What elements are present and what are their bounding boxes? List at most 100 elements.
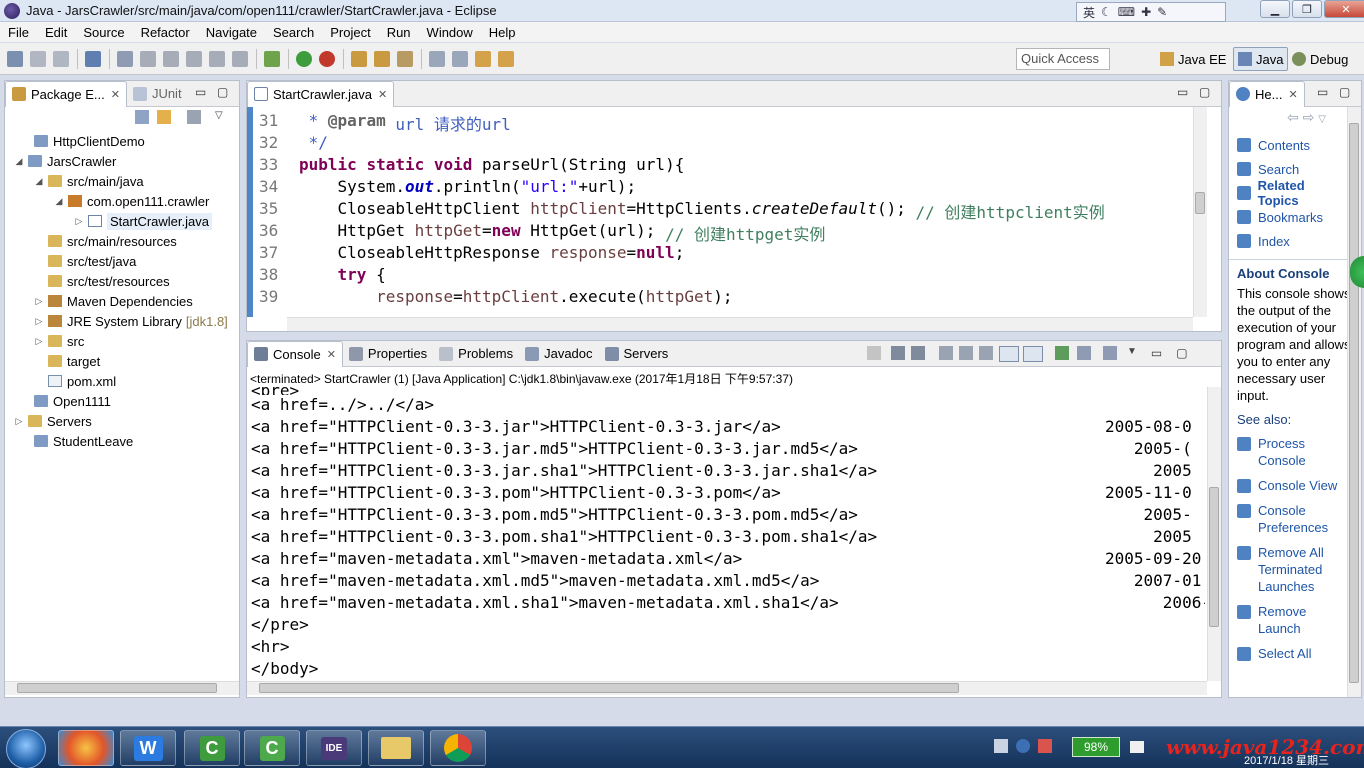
search-icon[interactable]: [397, 50, 413, 67]
pin-console-icon[interactable]: [1055, 346, 1069, 360]
editor-hscrollbar[interactable]: [287, 317, 1193, 331]
taskbar-app-eclipse[interactable]: IDE: [306, 730, 362, 766]
tree-item-src-test-java[interactable]: src/test/java: [13, 251, 228, 271]
maximize-view-icon[interactable]: ▢: [1199, 85, 1210, 99]
show-stdout-icon[interactable]: [999, 346, 1019, 362]
tree-item-servers[interactable]: ▷ Servers: [13, 411, 228, 431]
taskbar-app-explorer[interactable]: [368, 730, 424, 766]
tree-item-pom-xml[interactable]: pom.xml: [13, 371, 228, 391]
scroll-thumb[interactable]: [1209, 487, 1219, 627]
close-icon[interactable]: ✕: [111, 88, 120, 101]
chevron-down-icon[interactable]: ▽: [215, 110, 223, 124]
tree-item-startcrawler[interactable]: ▷ StartCrawler.java: [13, 211, 228, 231]
help-link-bookmarks[interactable]: Bookmarks: [1237, 205, 1347, 229]
back-icon[interactable]: [475, 50, 491, 67]
tray-icon[interactable]: [994, 739, 1008, 753]
resume-icon[interactable]: [140, 50, 156, 67]
related-remove-launch[interactable]: Remove Launch: [1237, 603, 1347, 637]
console-hscrollbar[interactable]: [247, 681, 1207, 695]
minimize-view-icon[interactable]: ▭: [1177, 85, 1188, 99]
suspend-icon[interactable]: [163, 50, 179, 67]
ime-tools-icon[interactable]: ✚: [1141, 5, 1151, 19]
ime-moon-icon[interactable]: ☾: [1101, 5, 1112, 19]
tab-junit[interactable]: JUnit: [127, 81, 188, 107]
collapsed-arrow-icon[interactable]: ▷: [73, 216, 85, 227]
tab-servers[interactable]: Servers: [599, 341, 675, 367]
battery-indicator[interactable]: 98%: [1072, 737, 1120, 757]
menu-search[interactable]: Search: [265, 25, 322, 40]
help-link-related-topics[interactable]: Related Topics: [1237, 178, 1347, 208]
save-icon[interactable]: [30, 50, 46, 67]
expanded-arrow-icon[interactable]: ◢: [13, 156, 25, 167]
collapsed-arrow-icon[interactable]: ▷: [33, 336, 45, 347]
related-select-all[interactable]: Select All: [1237, 645, 1347, 662]
back-arrow-icon[interactable]: ⇦: [1287, 109, 1299, 125]
related-console-preferences[interactable]: Console Preferences: [1237, 502, 1347, 536]
taskbar-app-chrome[interactable]: [430, 730, 486, 766]
related-remove-all-terminated[interactable]: Remove All Terminated Launches: [1237, 544, 1347, 595]
related-console-view[interactable]: Console View: [1237, 477, 1347, 494]
tree-item-target[interactable]: target: [13, 351, 228, 371]
save-all-icon[interactable]: [53, 50, 69, 67]
taskbar-app-camtasia[interactable]: C: [184, 730, 240, 766]
terminate-icon[interactable]: [186, 50, 202, 67]
run-icon[interactable]: [296, 50, 312, 67]
close-button[interactable]: ✕: [1324, 0, 1364, 18]
close-icon[interactable]: ✕: [327, 348, 336, 361]
close-icon[interactable]: ✕: [378, 88, 387, 101]
annotation-icon[interactable]: [429, 50, 445, 67]
tree-item-src[interactable]: ▷ src: [13, 331, 228, 351]
remove-launch-icon[interactable]: [891, 346, 905, 360]
tab-console[interactable]: Console ✕: [247, 340, 343, 367]
collapsed-arrow-icon[interactable]: ▷: [13, 416, 25, 427]
open-console-icon[interactable]: [1103, 346, 1117, 360]
tray-icon[interactable]: [1038, 739, 1052, 753]
remove-all-icon[interactable]: [911, 346, 925, 360]
link-editor-icon[interactable]: [157, 110, 171, 124]
tree-item-src-main-java[interactable]: ◢ src/main/java: [13, 171, 228, 191]
tree-item-maven-dependencies[interactable]: ▷ Maven Dependencies: [13, 291, 228, 311]
explorer-hscrollbar[interactable]: [5, 681, 239, 695]
tab-problems[interactable]: Problems: [433, 341, 519, 367]
tree-item-src-main-resources[interactable]: src/main/resources: [13, 231, 228, 251]
minimize-view-icon[interactable]: ▭: [195, 85, 206, 99]
minimize-button[interactable]: ▁: [1260, 0, 1290, 18]
tab-javadoc[interactable]: Javadoc: [519, 341, 598, 367]
help-link-contents[interactable]: Contents: [1237, 133, 1347, 157]
taskbar-app-wps[interactable]: W: [120, 730, 176, 766]
help-tray-icon[interactable]: [1016, 739, 1030, 753]
taskbar-app-camtasia-2[interactable]: C: [244, 730, 300, 766]
help-link-index[interactable]: Index: [1237, 229, 1347, 253]
perspective-java-ee[interactable]: Java EE: [1156, 47, 1230, 71]
maximize-view-icon[interactable]: ▢: [1339, 85, 1350, 99]
menu-navigate[interactable]: Navigate: [198, 25, 265, 40]
tree-item-package[interactable]: ◢ com.open111.crawler: [13, 191, 228, 211]
new-icon[interactable]: [7, 50, 23, 67]
console-output[interactable]: <pre> <a href=../>../</a> <a href="HTTPC…: [247, 387, 1205, 681]
scroll-thumb[interactable]: [259, 683, 959, 693]
collapse-all-icon[interactable]: [135, 110, 149, 124]
ime-toolbar[interactable]: 英 ☾ ⌨ ✚ ✎: [1076, 2, 1226, 22]
expanded-arrow-icon[interactable]: ◢: [33, 176, 45, 187]
menu-edit[interactable]: Edit: [37, 25, 75, 40]
menu-file[interactable]: File: [0, 25, 37, 40]
debug-icon[interactable]: [319, 50, 335, 67]
ime-wrench-icon[interactable]: ✎: [1157, 5, 1167, 19]
maximize-button[interactable]: ❐: [1292, 0, 1322, 18]
tree-item-open1111[interactable]: Open1111: [13, 391, 228, 411]
tree-item-jre-system-library[interactable]: ▷ JRE System Library [jdk1.8]: [13, 311, 228, 331]
show-stderr-icon[interactable]: [1023, 346, 1043, 362]
expanded-arrow-icon[interactable]: ◢: [53, 196, 65, 207]
view-menu-icon[interactable]: [187, 110, 201, 124]
code-editor[interactable]: 31 * @param url 请求的url 32 */ 33 public st…: [247, 107, 1221, 331]
scroll-thumb[interactable]: [1349, 123, 1359, 683]
minimize-view-icon[interactable]: ▭: [1151, 346, 1162, 362]
forward-icon[interactable]: [498, 50, 514, 67]
step-into-icon[interactable]: [232, 50, 248, 67]
chevron-down-icon[interactable]: ▽: [1318, 114, 1326, 125]
open-type-icon[interactable]: [374, 50, 390, 67]
maximize-view-icon[interactable]: ▢: [1176, 346, 1187, 362]
menu-help[interactable]: Help: [481, 25, 524, 40]
next-annotation-icon[interactable]: [452, 50, 468, 67]
tab-startcrawler-java[interactable]: StartCrawler.java ✕: [247, 80, 395, 107]
